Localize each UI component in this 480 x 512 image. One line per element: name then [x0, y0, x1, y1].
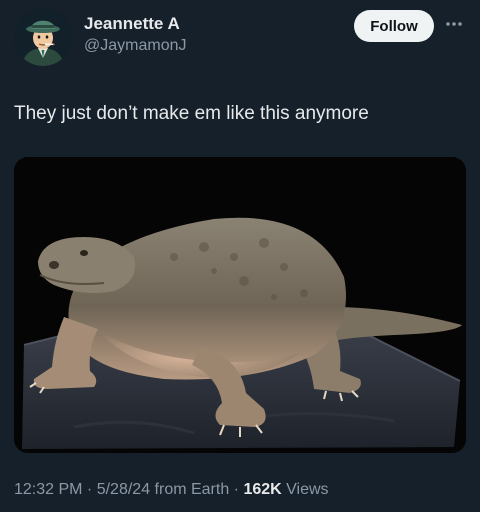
tweet-metadata: 12:32 PM · 5/28/24 from Earth · 162K Vie… [14, 481, 474, 499]
meta-separator: · [82, 481, 97, 498]
reptile-photo-image [14, 157, 466, 453]
more-dots-icon [446, 22, 462, 26]
author-avatar[interactable] [14, 8, 72, 66]
views-count[interactable]: 162K [243, 481, 281, 498]
meta-separator: · [229, 481, 244, 498]
tweet-text: They just don’t make em like this anymor… [14, 103, 369, 124]
views-label: Views [281, 481, 329, 498]
tweet-source: from Earth [150, 481, 230, 498]
author-handle[interactable]: @JaymamonJ [84, 37, 187, 55]
author-display-name[interactable]: Jeannette A [84, 14, 180, 34]
tweet-time[interactable]: 12:32 PM [14, 481, 82, 498]
more-options-button[interactable] [440, 10, 468, 38]
tweet-media-image[interactable] [14, 157, 466, 453]
tweet-date[interactable]: 5/28/24 [97, 481, 150, 498]
follow-button[interactable]: Follow [354, 10, 434, 42]
detective-avatar-icon [14, 8, 72, 66]
tweet-header: Jeannette A @JaymamonJ Follow [0, 0, 480, 80]
